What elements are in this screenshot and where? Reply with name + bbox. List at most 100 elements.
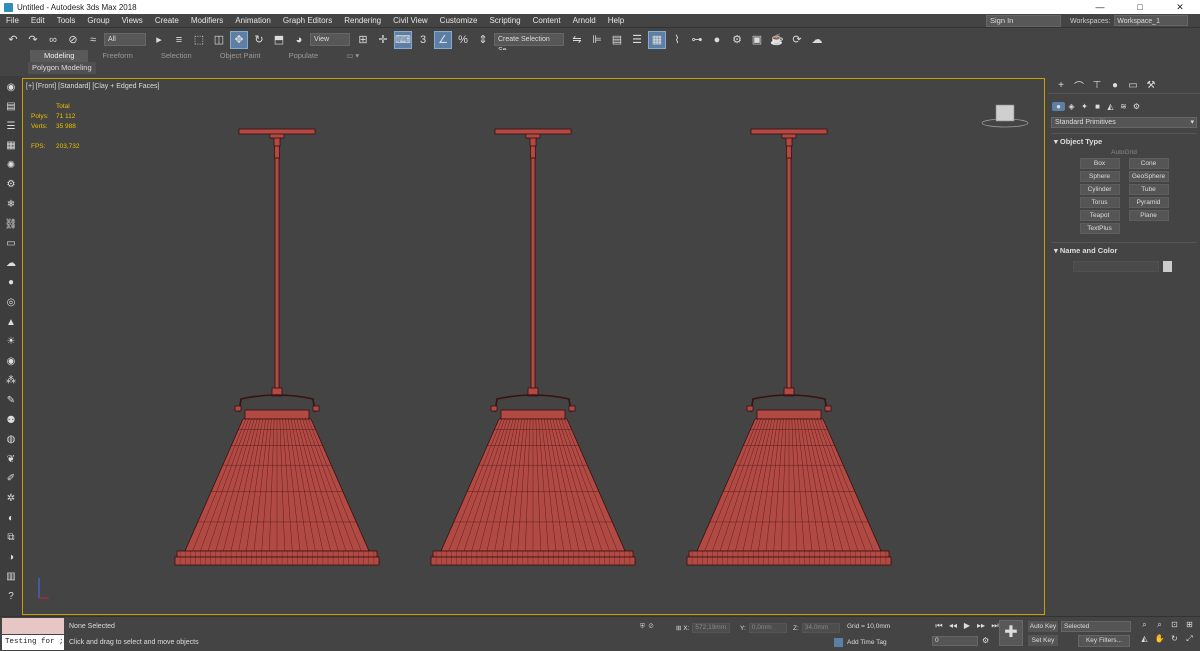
front-viewport[interactable]: [+] [Front] [Standard] [Clay + Edged Fac… bbox=[22, 78, 1045, 615]
render-production-icon[interactable]: ☕ bbox=[768, 31, 786, 49]
menu-content[interactable]: Content bbox=[527, 14, 567, 28]
pendant-lamp-2[interactable] bbox=[430, 128, 636, 566]
light-icon[interactable]: ✺ bbox=[3, 158, 19, 172]
mirror-icon[interactable]: ⇋ bbox=[568, 31, 586, 49]
set-key-big-icon[interactable]: ✚ bbox=[999, 620, 1023, 646]
percent-snap-icon[interactable]: % bbox=[454, 31, 472, 49]
schematic-view-icon[interactable]: ⊶ bbox=[688, 31, 706, 49]
sign-in-dropdown[interactable]: Sign In bbox=[986, 15, 1061, 27]
x-coordinate-field[interactable]: 572,19mm bbox=[692, 623, 731, 633]
plane-button[interactable]: Plane bbox=[1128, 210, 1169, 221]
target-icon[interactable]: ◉ bbox=[3, 354, 19, 368]
zoom-extents-icon[interactable]: ⊡ bbox=[1167, 620, 1182, 634]
menu-file[interactable]: File bbox=[0, 14, 25, 28]
menu-edit[interactable]: Edit bbox=[25, 14, 51, 28]
render-setup-icon[interactable]: ⚙ bbox=[728, 31, 746, 49]
pyramid-button[interactable]: Pyramid bbox=[1128, 197, 1169, 208]
keyboard-shortcut-toggle-icon[interactable]: ⌨ bbox=[394, 30, 412, 49]
goto-start-icon[interactable]: ⏮ bbox=[932, 621, 946, 631]
particle-icon[interactable]: ⁂ bbox=[3, 374, 19, 388]
bind-space-warp-icon[interactable]: ≈ bbox=[84, 31, 102, 49]
pivot-center-icon[interactable]: ⊞ bbox=[354, 31, 372, 49]
motion-tab-icon[interactable]: ● bbox=[1106, 80, 1124, 91]
tab-object-paint[interactable]: Object Paint bbox=[206, 50, 275, 62]
helpers-icon[interactable]: ◭ bbox=[1104, 102, 1117, 111]
menu-civil-view[interactable]: Civil View bbox=[387, 14, 434, 28]
select-by-name-icon[interactable]: ≡ bbox=[170, 31, 188, 49]
freeze-icon[interactable]: ❄ bbox=[3, 198, 19, 212]
viewcube-icon[interactable] bbox=[980, 103, 1030, 129]
material-editor-icon[interactable]: ● bbox=[708, 31, 726, 49]
select-object-icon[interactable]: ▸ bbox=[150, 31, 168, 49]
time-config-icon[interactable]: ⚙ bbox=[982, 636, 989, 645]
ribbon-options-icon[interactable]: ▭ ▾ bbox=[332, 50, 373, 62]
render-in-cloud-icon[interactable]: ☁ bbox=[808, 31, 826, 49]
align-icon[interactable]: ⊫ bbox=[588, 31, 606, 49]
layer-explorer-icon[interactable]: ☰ bbox=[628, 31, 646, 49]
pen-icon[interactable]: ✐ bbox=[3, 472, 19, 486]
selection-filter-dropdown[interactable]: All bbox=[104, 33, 146, 46]
geosphere-button[interactable]: GeoSphere bbox=[1128, 171, 1169, 182]
minimize-button[interactable]: — bbox=[1080, 0, 1120, 14]
key-selection-dropdown[interactable]: Selected bbox=[1061, 621, 1131, 632]
tab-selection[interactable]: Selection bbox=[147, 50, 206, 62]
object-name-input[interactable] bbox=[1073, 261, 1159, 272]
window-crossing-icon[interactable]: ◫ bbox=[210, 31, 228, 49]
cone-button[interactable]: Cone bbox=[1128, 158, 1169, 169]
cloud-icon[interactable]: ☁ bbox=[3, 256, 19, 270]
gear-tool-icon[interactable]: ✲ bbox=[3, 491, 19, 505]
autogrid-checkbox[interactable]: AutoGrid bbox=[1051, 149, 1197, 156]
menu-rendering[interactable]: Rendering bbox=[338, 14, 387, 28]
copy-icon[interactable]: ⧉ bbox=[3, 531, 19, 545]
menu-tools[interactable]: Tools bbox=[51, 14, 82, 28]
menu-group[interactable]: Group bbox=[81, 14, 115, 28]
menu-views[interactable]: Views bbox=[116, 14, 149, 28]
modify-tab-icon[interactable]: ⌒ bbox=[1070, 78, 1088, 93]
rendered-frame-window-icon[interactable]: ▣ bbox=[748, 31, 766, 49]
viewport-label[interactable]: [+] [Front] [Standard] [Clay + Edged Fac… bbox=[26, 83, 159, 90]
select-and-move-icon[interactable]: ✥ bbox=[230, 30, 248, 49]
space-warps-icon[interactable]: ≋ bbox=[1117, 102, 1130, 111]
toggle-ribbon-icon[interactable]: ▦ bbox=[648, 30, 666, 49]
close-button[interactable]: ✕ bbox=[1160, 0, 1200, 14]
leaf-icon[interactable]: ❦ bbox=[3, 452, 19, 466]
manipulate-icon[interactable]: ✛ bbox=[374, 31, 392, 49]
hierarchy-tab-icon[interactable]: ⊤ bbox=[1088, 80, 1106, 91]
add-time-tag[interactable]: Add Time Tag bbox=[834, 638, 887, 647]
display-tab-icon[interactable]: ▭ bbox=[1124, 80, 1142, 91]
maxscript-mini-listener[interactable]: Testing for ; bbox=[2, 635, 64, 650]
brush-icon[interactable]: ✎ bbox=[3, 394, 19, 408]
pendant-lamp-1[interactable] bbox=[174, 128, 380, 566]
tube-button[interactable]: Tube bbox=[1128, 184, 1169, 195]
menu-help[interactable]: Help bbox=[602, 14, 630, 28]
layers-icon[interactable]: ☰ bbox=[3, 119, 19, 133]
shapes-icon[interactable]: ◈ bbox=[1065, 102, 1078, 111]
orbit-icon[interactable]: ↻ bbox=[1167, 634, 1182, 648]
menu-animation[interactable]: Animation bbox=[229, 14, 277, 28]
link-tool-icon[interactable]: ⛓ bbox=[3, 217, 19, 231]
select-and-rotate-icon[interactable]: ↻ bbox=[250, 31, 268, 49]
teapot-button[interactable]: Teapot bbox=[1079, 210, 1120, 221]
snaps-toggle-icon[interactable]: 3 bbox=[414, 31, 432, 49]
textplus-button[interactable]: TextPlus bbox=[1079, 223, 1120, 234]
undo-icon[interactable]: ↶ bbox=[4, 31, 22, 49]
field-of-view-icon[interactable]: ◭ bbox=[1137, 634, 1152, 648]
menu-create[interactable]: Create bbox=[149, 14, 185, 28]
unlink-icon[interactable]: ⊘ bbox=[64, 31, 82, 49]
set-key-button[interactable]: Set Key bbox=[1028, 635, 1058, 646]
reference-coordinate-dropdown[interactable]: View bbox=[310, 33, 350, 46]
torus-button[interactable]: Torus bbox=[1079, 197, 1120, 208]
create-tab-icon[interactable]: + bbox=[1052, 80, 1070, 91]
place-icon[interactable]: ◕ bbox=[290, 31, 308, 49]
key-filters-button[interactable]: Key Filters... bbox=[1078, 635, 1130, 647]
maximize-button[interactable]: □ bbox=[1120, 0, 1160, 14]
polygon-modeling-panel[interactable]: Polygon Modeling bbox=[28, 62, 96, 74]
frame-icon[interactable]: ▭ bbox=[3, 237, 19, 251]
menu-scripting[interactable]: Scripting bbox=[483, 14, 526, 28]
tab-freeform[interactable]: Freeform bbox=[88, 50, 146, 62]
bars-icon[interactable]: ▥ bbox=[3, 570, 19, 584]
angle-snap-icon[interactable]: ∠ bbox=[434, 30, 452, 49]
named-selection-sets-dropdown[interactable]: Create Selection Se bbox=[494, 33, 564, 54]
sphere-button[interactable]: Sphere bbox=[1079, 171, 1120, 182]
teapot-icon[interactable]: ◐ bbox=[3, 511, 19, 525]
